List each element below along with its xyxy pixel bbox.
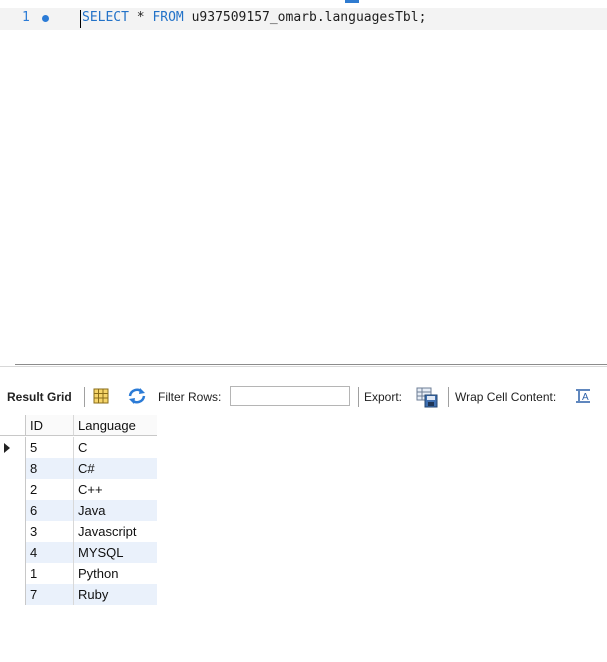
cell-id[interactable]: 4 [26,542,74,563]
cell-id[interactable]: 3 [26,521,74,542]
table-row[interactable]: 1 Python [0,563,157,584]
cell-id[interactable]: 7 [26,584,74,605]
column-header-language[interactable]: Language [74,415,157,436]
result-toolbar: Result Grid Filter Rows: Export: Wrap Ce… [0,384,607,410]
refresh-icon[interactable] [127,387,147,408]
table-row[interactable]: 8 C# [0,458,157,479]
wrap-icon[interactable]: A [574,388,592,407]
table-row[interactable]: 3 Javascript [0,521,157,542]
current-row-icon [4,443,10,453]
grid-header: ID Language [0,415,157,436]
line-number: 1 [22,10,30,25]
row-selector[interactable] [0,563,26,584]
row-selector[interactable] [0,542,26,563]
cell-language[interactable]: C# [74,458,157,479]
cell-language[interactable]: Ruby [74,584,157,605]
column-header-id[interactable]: ID [26,415,74,436]
row-selector[interactable] [0,437,26,458]
grid-icon[interactable] [92,387,110,408]
panel-splitter[interactable] [15,364,607,365]
cell-language[interactable]: C++ [74,479,157,500]
cell-id[interactable]: 6 [26,500,74,521]
cell-language[interactable]: Java [74,500,157,521]
row-selector[interactable] [0,458,26,479]
sql-statement[interactable]: SELECT * FROM u937509157_omarb.languages… [82,10,426,25]
cell-id[interactable]: 1 [26,563,74,584]
wrap-cell-label: Wrap Cell Content: [455,390,557,404]
separator [84,387,85,407]
cell-id[interactable]: 5 [26,437,74,458]
table-row[interactable]: 2 C++ [0,479,157,500]
row-selector[interactable] [0,521,26,542]
table-row[interactable]: 7 Ruby [0,584,157,605]
code-line-1[interactable]: 1 SELECT * FROM u937509157_omarb.languag… [0,8,607,30]
keyword-select: SELECT [82,10,129,25]
separator [358,387,359,407]
header-corner[interactable] [0,415,26,436]
cell-language[interactable]: MYSQL [74,542,157,563]
cell-id[interactable]: 8 [26,458,74,479]
star: * [128,10,153,25]
filter-rows-input[interactable] [230,386,350,406]
cell-language[interactable]: C [74,437,157,458]
cell-language[interactable]: Python [74,563,157,584]
table-row[interactable]: 6 Java [0,500,157,521]
keyword-from: FROM [152,10,184,25]
statement-marker-icon[interactable] [42,15,49,22]
text-caret [80,10,81,28]
row-selector[interactable] [0,479,26,500]
svg-text:A: A [582,392,589,403]
export-label: Export: [364,390,403,404]
table-row[interactable]: 4 MYSQL [0,542,157,563]
row-selector[interactable] [0,584,26,605]
table-row[interactable]: 5 C [0,437,157,458]
sql-editor[interactable]: 1 SELECT * FROM u937509157_omarb.languag… [0,0,607,350]
cell-id[interactable]: 2 [26,479,74,500]
tab-marker [345,0,359,3]
panel-splitter-shadow [0,366,607,367]
filter-rows-label: Filter Rows: [158,390,222,404]
result-grid-label[interactable]: Result Grid [7,390,72,404]
separator [448,387,449,407]
export-icon[interactable] [415,386,439,411]
cell-language[interactable]: Javascript [74,521,157,542]
table-name: u937509157_omarb.languagesTbl; [183,10,427,25]
row-selector[interactable] [0,500,26,521]
